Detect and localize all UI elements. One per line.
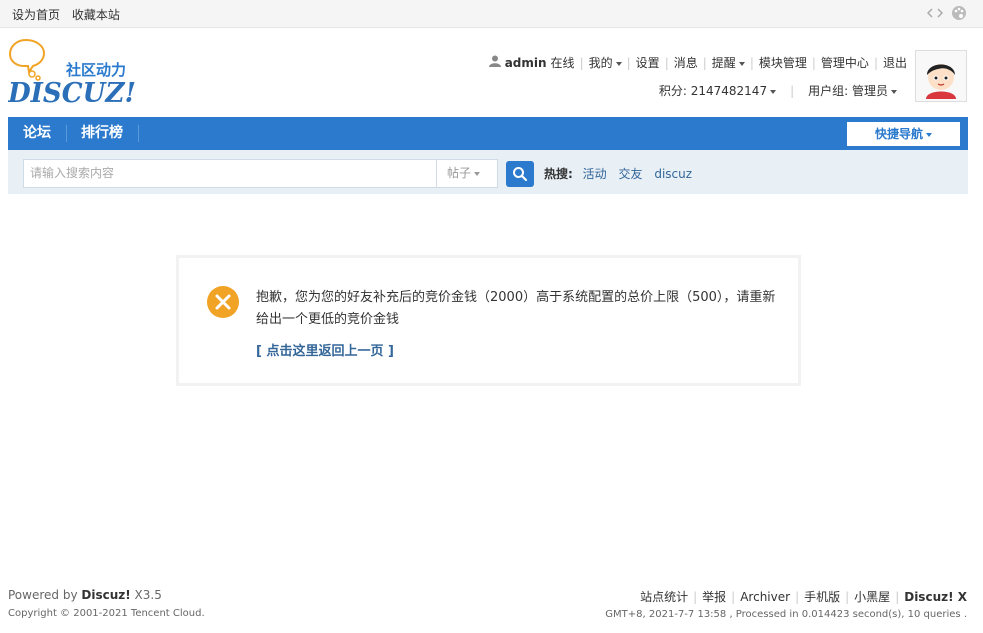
toolbar-icons xyxy=(927,5,967,21)
main-nav: 论坛 排行榜 快捷导航 xyxy=(8,117,968,150)
search-button[interactable] xyxy=(506,161,534,187)
settings-link[interactable]: 设置 xyxy=(636,54,660,71)
error-icon xyxy=(207,286,239,318)
search-bar: 请输入搜索内容 帖子 热搜: 活动 交友 discuz xyxy=(8,150,968,194)
quick-nav-button[interactable]: 快捷导航 xyxy=(847,122,960,146)
nav-item-forum[interactable]: 论坛 xyxy=(23,117,51,150)
debug-info: GMT+8, 2021-7-7 13:58 , Processed in 0.0… xyxy=(605,609,967,620)
reminders-menu[interactable]: 提醒 xyxy=(712,54,745,71)
bookmark-link[interactable]: 收藏本站 xyxy=(72,8,120,22)
hot-term-activity[interactable]: 活动 xyxy=(583,167,607,181)
nav-divider xyxy=(138,125,139,142)
set-homepage-link[interactable]: 设为首页 xyxy=(12,8,60,22)
hot-search-label: 热搜: xyxy=(544,167,573,181)
palette-icon[interactable] xyxy=(951,5,967,21)
search-icon xyxy=(513,167,528,182)
chevron-down-icon xyxy=(770,89,777,94)
top-toolbar: 设为首页 收藏本站 xyxy=(0,0,983,28)
search-input[interactable]: 请输入搜索内容 xyxy=(23,159,437,188)
chevron-down-icon xyxy=(738,61,745,66)
back-link[interactable]: [ 点击这里返回上一页 ] xyxy=(256,340,394,359)
hot-term-discuz[interactable]: discuz xyxy=(654,167,692,181)
code-icon[interactable] xyxy=(927,5,943,21)
nav-divider xyxy=(66,125,67,142)
hot-search: 热搜: 活动 交友 discuz xyxy=(544,165,700,182)
footer-link-blacklist[interactable]: 小黑屋 xyxy=(854,588,890,605)
chevron-down-icon xyxy=(891,89,897,94)
usergroup-menu[interactable]: 用户组: 管理员 xyxy=(808,82,897,99)
error-message-box: 抱歉，您为您的好友补充后的竞价金钱（2000）高于系统配置的总价上限（500），… xyxy=(176,255,801,386)
logout-link[interactable]: 退出 xyxy=(883,54,907,71)
hot-term-friends[interactable]: 交友 xyxy=(618,167,642,181)
footer-brand[interactable]: Discuz! X xyxy=(904,590,967,604)
footer-link-archiver[interactable]: Archiver xyxy=(740,590,790,604)
user-menu-row1: admin 在线 | 我的 | 设置 | 消息 | 提醒 | 模块管理 | 管理… xyxy=(488,54,907,71)
footer-link-mobile[interactable]: 手机版 xyxy=(804,588,840,605)
search-type-select[interactable]: 帖子 xyxy=(436,159,498,188)
module-admin-link[interactable]: 模块管理 xyxy=(759,54,807,71)
chevron-down-icon xyxy=(926,132,932,137)
logo-text-cn: 社区动力 xyxy=(65,61,126,79)
credits-menu[interactable]: 积分: 2147482147 xyxy=(659,82,777,99)
copyright: Copyright © 2001-2021 Tencent Cloud. xyxy=(8,608,205,619)
messages-link[interactable]: 消息 xyxy=(674,54,698,71)
user-menu-row2: 积分: 2147482147 | 用户组: 管理员 xyxy=(659,82,897,99)
footer-links: 站点统计 | 举报 | Archiver | 手机版 | 小黑屋 | Discu… xyxy=(640,588,967,605)
chevron-down-icon xyxy=(615,61,622,66)
footer-link-stats[interactable]: 站点统计 xyxy=(640,588,688,605)
toolbar-links: 设为首页 收藏本站 xyxy=(12,6,128,23)
user-icon xyxy=(488,55,501,70)
powered-by: Powered by Discuz! X3.5 xyxy=(8,588,162,602)
my-menu[interactable]: 我的 xyxy=(589,54,622,71)
username-link[interactable]: admin xyxy=(505,56,547,70)
site-logo[interactable]: 社区动力 DISCUZ! xyxy=(8,38,143,106)
discuz-link[interactable]: Discuz! xyxy=(81,588,130,602)
nav-item-ranking[interactable]: 排行榜 xyxy=(81,117,123,150)
admin-center-link[interactable]: 管理中心 xyxy=(821,54,869,71)
online-status[interactable]: 在线 xyxy=(551,54,575,71)
avatar[interactable] xyxy=(915,50,967,102)
logo-text-en: DISCUZ! xyxy=(8,78,136,106)
footer-link-report[interactable]: 举报 xyxy=(702,588,726,605)
error-message-text: 抱歉，您为您的好友补充后的竞价金钱（2000）高于系统配置的总价上限（500），… xyxy=(256,290,776,327)
chevron-down-icon xyxy=(474,171,481,176)
